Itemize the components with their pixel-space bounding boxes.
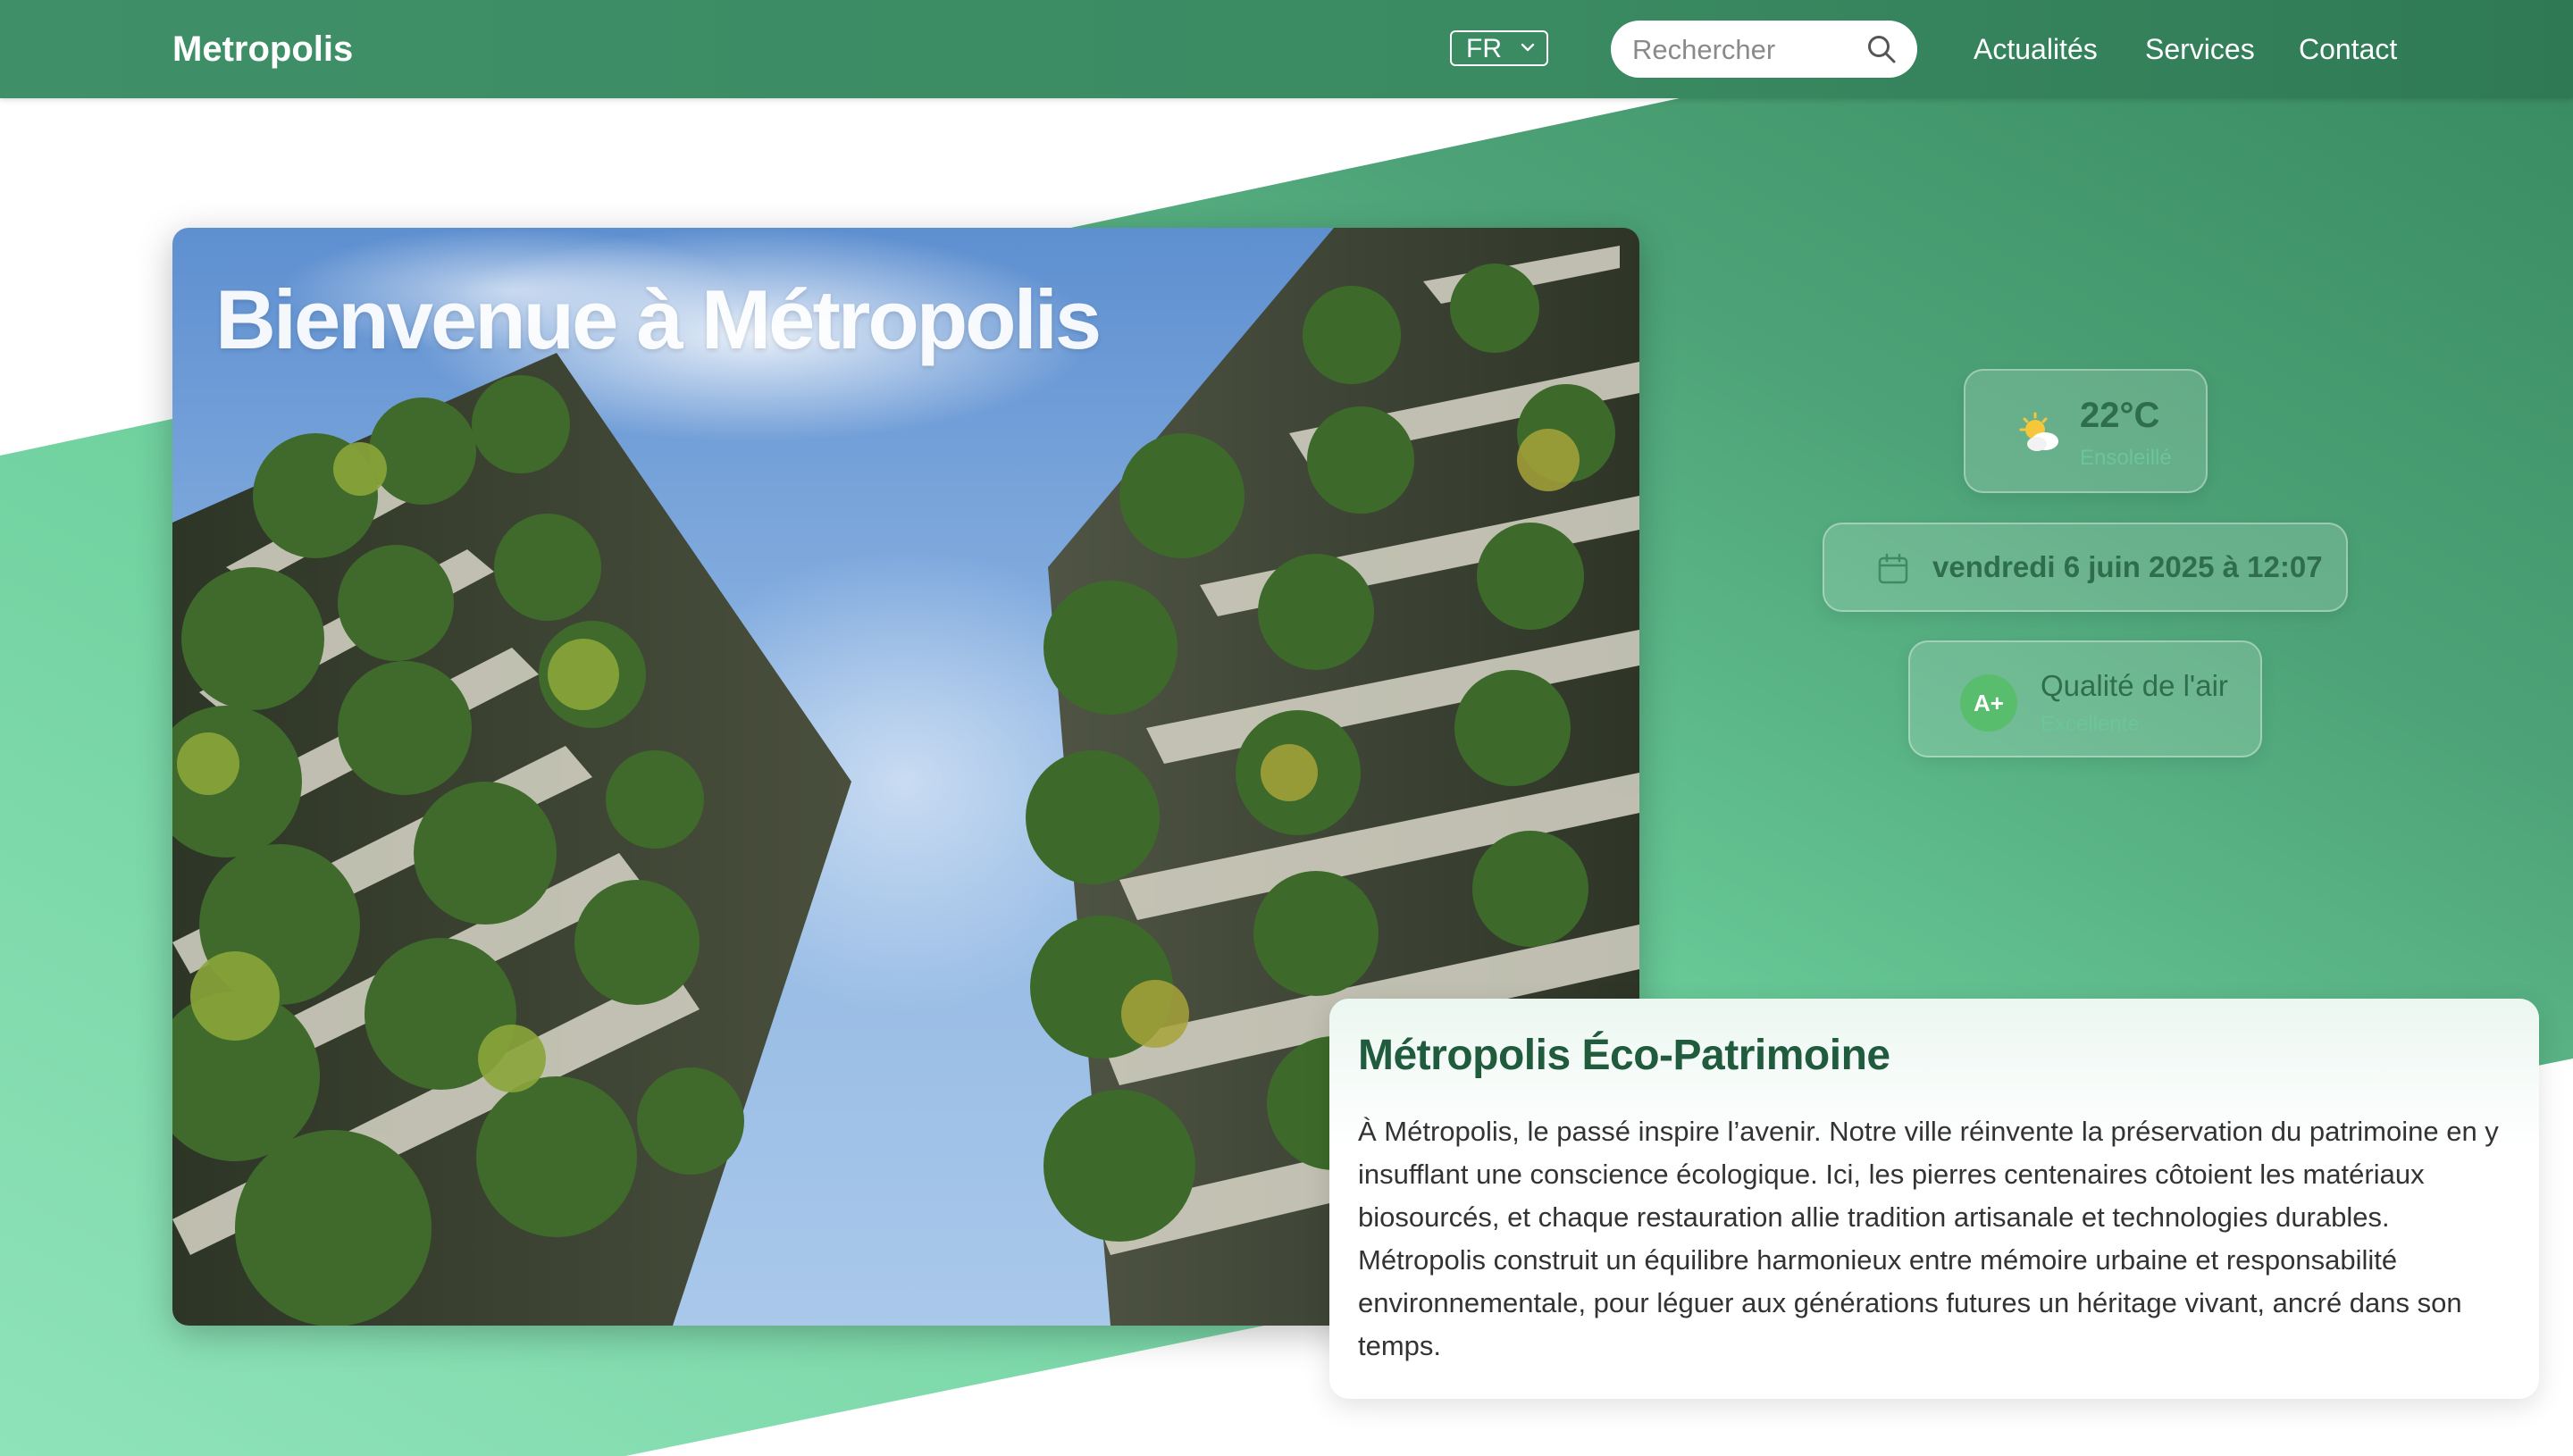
- chevron-down-icon: [1521, 43, 1535, 52]
- article-card: Métropolis Éco-Patrimoine À Métropolis, …: [1329, 999, 2539, 1399]
- language-value: FR: [1466, 34, 1502, 63]
- date-widget: vendredi 6 juin 2025 à 12:07: [1823, 523, 2348, 612]
- air-quality-widget: A+ Qualité de l'air Excellente: [1908, 640, 2262, 757]
- article-body: À Métropolis, le passé inspire l’avenir.…: [1358, 1116, 2499, 1361]
- air-quality-badge: A+: [1960, 674, 2017, 732]
- brand-logo[interactable]: Metropolis: [172, 25, 353, 73]
- air-quality-value: Excellente: [2041, 712, 2140, 736]
- search-box: [1611, 21, 1917, 78]
- nav-link-services[interactable]: Services: [2145, 29, 2255, 69]
- search-input[interactable]: [1630, 31, 1848, 69]
- nav-link-actualites[interactable]: Actualités: [1974, 29, 2098, 69]
- sun-cloud-icon: [2019, 412, 2058, 451]
- language-select[interactable]: FR: [1450, 30, 1548, 66]
- top-navbar: Metropolis FR Actualités Services Contac…: [0, 0, 2573, 98]
- nav-link-contact[interactable]: Contact: [2299, 29, 2397, 69]
- weather-condition: Ensoleillé: [2080, 446, 2172, 470]
- article-title: Métropolis Éco-Patrimoine: [1358, 1032, 1890, 1079]
- calendar-icon: [1878, 553, 1908, 584]
- weather-temperature: 22°C: [2080, 396, 2160, 435]
- hero-title: Bienvenue à Métropolis: [215, 272, 1102, 366]
- weather-widget: 22°C Ensoleillé: [1964, 369, 2208, 493]
- search-icon[interactable]: [1865, 33, 1898, 65]
- current-date: vendredi 6 juin 2025 à 12:07: [1932, 550, 2323, 583]
- air-quality-label: Qualité de l'air: [2041, 669, 2228, 702]
